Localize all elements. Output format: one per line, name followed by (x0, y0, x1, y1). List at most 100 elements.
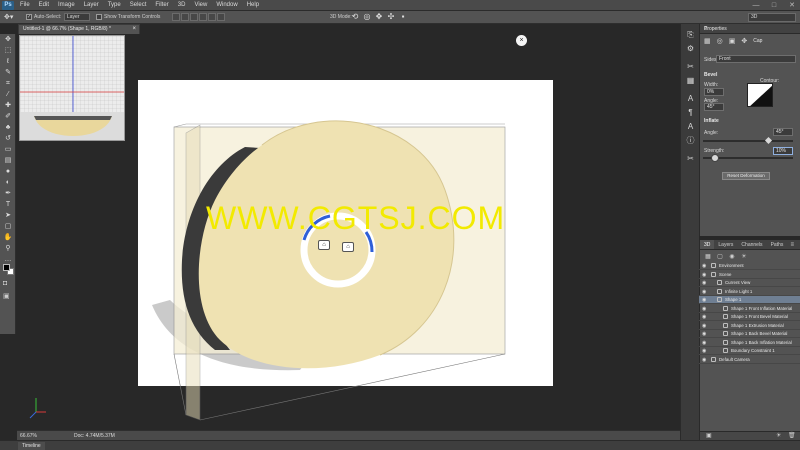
visibility-eye-icon[interactable]: ◉ (702, 313, 706, 321)
scene-tree-row[interactable]: ◉ Default Camera (699, 356, 800, 364)
scene-node-icon (723, 314, 728, 319)
scene-node-icon (723, 331, 728, 336)
tab-paths[interactable]: Paths (767, 240, 788, 249)
filter-lights-icon[interactable]: ☀ (739, 253, 749, 262)
scene-node-label: Default Camera (719, 356, 750, 362)
delete-icon[interactable]: 🗑 (788, 432, 796, 441)
bounding-box-corner-edge (173, 353, 187, 416)
tab-3d[interactable]: 3D (700, 240, 715, 249)
contour-picker[interactable] (747, 83, 773, 107)
scene-tree-row[interactable]: ◉ Current View (699, 279, 800, 287)
filter-whole-scene-icon[interactable]: ▦ (703, 253, 713, 262)
panel-menu-icon[interactable]: ≡ (704, 24, 798, 34)
3d-secondary-view[interactable] (19, 35, 125, 141)
strength-slider-knob[interactable] (711, 154, 719, 162)
secondary-view-grid (20, 36, 124, 140)
foreground-color-swatch[interactable] (3, 264, 10, 271)
brush-icon[interactable]: ▦ (681, 74, 700, 88)
3d-filter-icons: ▦ ▢ ◉ ☀ (703, 253, 751, 262)
cap-icon[interactable]: ▣ (729, 37, 736, 45)
scene-node-icon (711, 356, 716, 362)
properties-mode-icons: ▦ ◎ ▣ ✥ Cap (704, 37, 768, 45)
scene-node-label: Shape 1 Extrusion Material (731, 322, 784, 328)
scene-tree-row[interactable]: ◉ Shape 1 Front Inflation Material (699, 305, 800, 313)
scene-node-label: Current View (725, 280, 751, 285)
scene-node-label: Scene (719, 271, 732, 277)
sides-dropdown[interactable]: Front (716, 55, 796, 63)
tool-presets-icon[interactable]: ✂ (681, 152, 700, 166)
scene-node-icon (717, 297, 722, 302)
cap-label: Cap (753, 38, 763, 44)
scene-node-icon (723, 305, 728, 311)
visibility-eye-icon[interactable]: ◉ (702, 330, 706, 338)
reset-deformation-button[interactable]: Reset Deformation (722, 172, 770, 180)
bevel-angle-field[interactable]: 45° (704, 103, 724, 111)
paragraph-icon[interactable]: ¶ (681, 106, 700, 120)
panel-menu-icon[interactable]: ≡ (786, 240, 798, 250)
properties-header: Properties ≡ (700, 24, 800, 34)
deform-icon[interactable]: ◎ (717, 37, 723, 45)
filter-materials-icon[interactable]: ◉ (727, 253, 737, 262)
zoom-level[interactable]: 66.67% (20, 433, 37, 439)
scene-tree-row[interactable]: ◉ Shape 1 Back Inflation Material (699, 339, 800, 347)
scene-tree-row[interactable]: ◉ Shape 1 Extrusion Material (699, 322, 800, 330)
bevel-heading: Bevel (704, 72, 718, 78)
width-field[interactable]: 0% (704, 88, 724, 96)
visibility-eye-icon[interactable]: ◉ (702, 347, 706, 355)
watermark-text: WWW.CGTSJ.COM (206, 200, 506, 236)
mesh-icon[interactable]: ▦ (704, 37, 711, 45)
info-icon[interactable]: ⓘ (681, 134, 700, 148)
coordinates-icon[interactable]: ✥ (741, 37, 747, 45)
visibility-eye-icon[interactable]: ◉ (702, 339, 706, 347)
character-icon[interactable]: A (681, 92, 700, 106)
bevel-handle-icon[interactable]: ⌂ (318, 240, 330, 250)
panel-tabs: 3D Layers Channels Paths ≡ (700, 240, 800, 250)
scene-tree-row[interactable]: ◉ Shape 1 Front Bevel Material (699, 313, 800, 321)
scene-tree-row[interactable]: ◉ Infinite Light 1 (699, 288, 800, 296)
inflate-angle-label: Angle: (704, 130, 719, 136)
scene-node-icon (717, 288, 722, 294)
history-icon[interactable]: ⎘ (681, 28, 700, 42)
timeline-panel: Timeline (0, 440, 800, 450)
inflate-angle-field[interactable]: 45° (773, 128, 793, 136)
scene-tree-row[interactable]: ◉ Shape 1 Back Bevel Material (699, 330, 800, 338)
scene-node-icon (717, 280, 722, 285)
scene-node-icon (723, 339, 728, 345)
scene-node-label: Shape 1 Front Inflation Material (731, 305, 793, 311)
visibility-eye-icon[interactable]: ◉ (702, 356, 706, 364)
scene-node-label: Infinite Light 1 (725, 288, 753, 294)
scene-node-label: Boundary Constraint 1 (731, 348, 775, 353)
scene-node-label: Shape 1 Front Bevel Material (731, 314, 788, 319)
inflate-handle-icon[interactable]: ⌂ (342, 242, 354, 252)
navigator-icon[interactable]: ⚙ (681, 42, 700, 56)
scene-node-icon (723, 348, 728, 353)
scene-tree-row[interactable]: ◉ Environment (699, 262, 800, 270)
visibility-eye-icon[interactable]: ◉ (702, 322, 706, 330)
brush-presets-icon[interactable]: ✂ (681, 60, 700, 74)
tab-layers[interactable]: Layers (714, 240, 737, 249)
timeline-tab[interactable]: Timeline (18, 442, 45, 450)
close-3d-widget-icon[interactable]: × (516, 35, 527, 46)
status-bar: 66.67% Doc: 4.74M/5.37M (17, 430, 680, 440)
document-info[interactable]: Doc: 4.74M/5.37M (74, 433, 115, 439)
visibility-eye-icon[interactable]: ◉ (702, 279, 706, 287)
visibility-eye-icon[interactable]: ◉ (702, 262, 706, 270)
filter-meshes-icon[interactable]: ▢ (715, 253, 725, 262)
strength-field[interactable]: 10% (773, 147, 793, 155)
scene-node-label: Shape 1 (725, 297, 742, 302)
scene-tree-row[interactable]: ◉ Shape 1 (699, 296, 800, 304)
visibility-eye-icon[interactable]: ◉ (702, 296, 706, 304)
scene-node-icon (711, 271, 716, 277)
scene-node-icon (723, 322, 728, 328)
tab-channels[interactable]: Channels (737, 240, 766, 249)
visibility-eye-icon[interactable]: ◉ (702, 271, 706, 279)
visibility-eye-icon[interactable]: ◉ (702, 288, 706, 296)
scene-tree-row[interactable]: ◉ Boundary Constraint 1 (699, 347, 800, 355)
new-light-icon[interactable]: ☀ (776, 432, 781, 441)
scene-tree-row[interactable]: ◉ Scene (699, 271, 800, 279)
glyphs-icon[interactable]: A (681, 120, 700, 134)
render-icon[interactable]: ▣ (706, 432, 712, 441)
visibility-eye-icon[interactable]: ◉ (702, 305, 706, 313)
inflate-angle-slider[interactable] (703, 140, 793, 142)
scene-node-label: Shape 1 Back Bevel Material (731, 331, 788, 336)
